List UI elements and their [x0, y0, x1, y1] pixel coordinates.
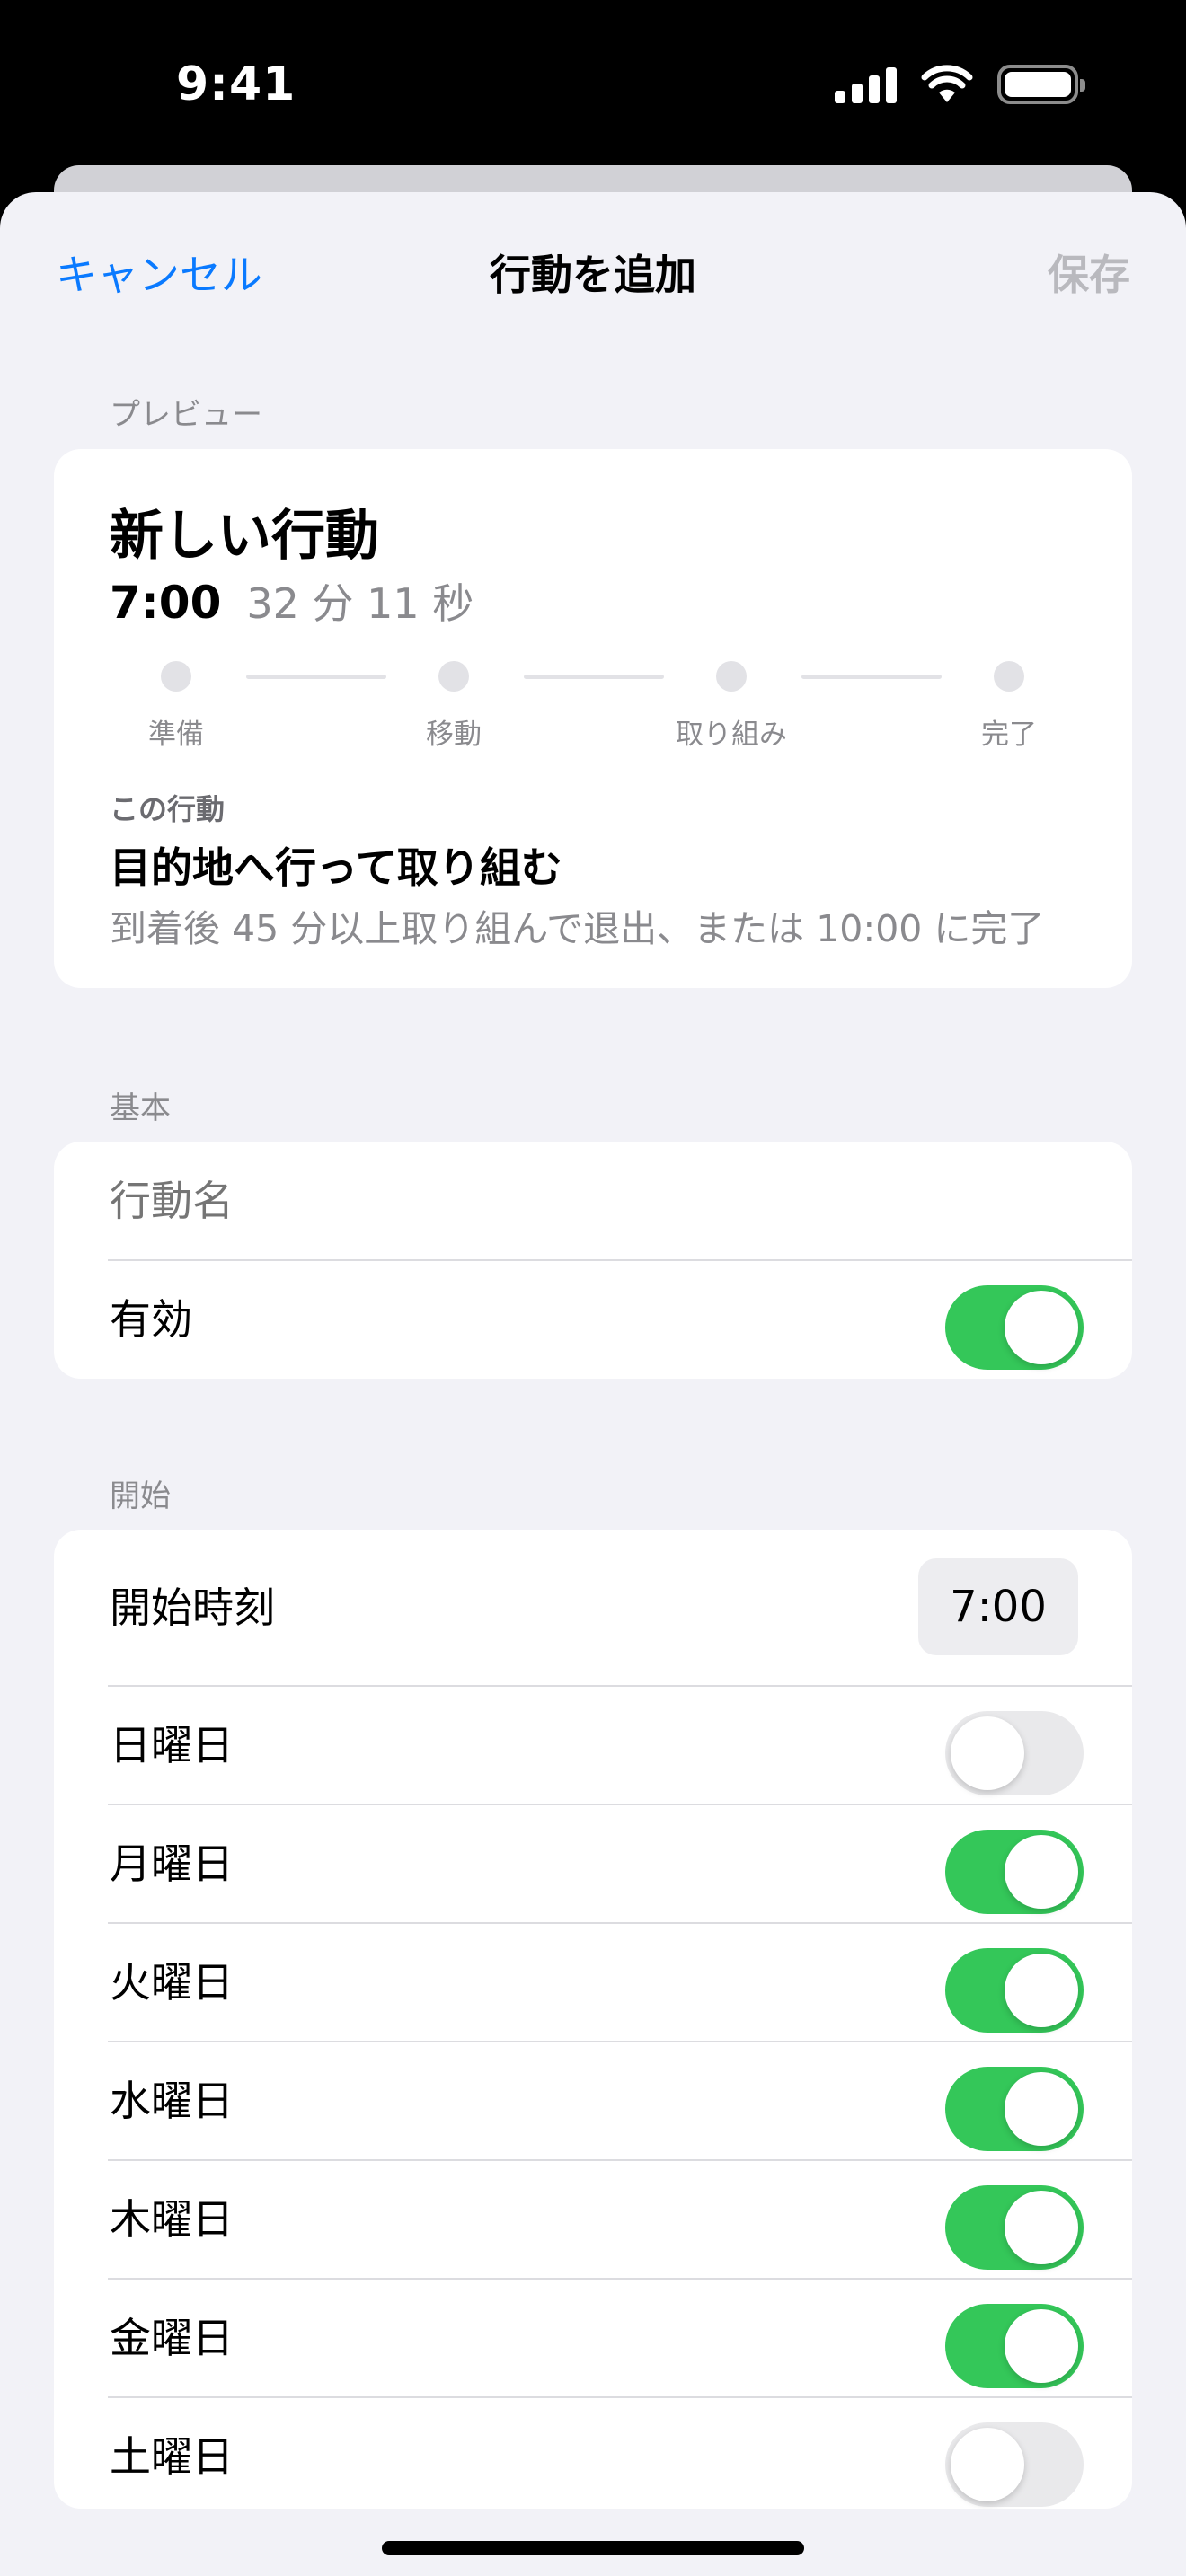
weekday-row-wednesday: 水曜日 [54, 2042, 1132, 2160]
weekday-row-monday: 月曜日 [54, 1804, 1132, 1923]
cancel-button[interactable]: キャンセル [56, 243, 262, 302]
preview-time-row: 7:00 32 分 11 秒 [110, 571, 474, 631]
enabled-row: 有効 [54, 1260, 1132, 1379]
preview-heading: 目的地へ行って取り組む [110, 843, 562, 892]
weekday-row-sunday: 日曜日 [54, 1686, 1132, 1804]
toggle-knob [1005, 1954, 1078, 2027]
timeline-connector [801, 675, 942, 679]
timeline-label-prepare: 準備 [148, 719, 204, 751]
weekday-row-tuesday: 火曜日 [54, 1923, 1132, 2042]
weekday-label-monday: 月曜日 [110, 1839, 234, 1888]
preview-description: 到着後 45 分以上取り組んで退出、または 10:00 に完了 [110, 907, 1045, 950]
toggle-knob [1005, 1291, 1078, 1364]
preview-caption: この行動 [110, 792, 226, 826]
preview-card: 新しい行動 7:00 32 分 11 秒 準備 移動 取り組み 完了 この行動 … [54, 449, 1132, 988]
timeline-dot [161, 661, 191, 692]
weekday-toggle-tuesday[interactable] [945, 1948, 1084, 2033]
preview-title: 新しい行動 [110, 505, 379, 568]
timeline-dot [438, 661, 469, 692]
home-indicator [382, 2541, 804, 2555]
weekday-label-wednesday: 水曜日 [110, 2077, 234, 2125]
timeline-dot [994, 661, 1024, 692]
timeline-connector [246, 675, 386, 679]
weekday-row-friday: 金曜日 [54, 2279, 1132, 2397]
weekday-label-tuesday: 火曜日 [110, 1958, 234, 2007]
weekday-row-saturday: 土曜日 [54, 2397, 1132, 2509]
timeline-connector [524, 675, 664, 679]
preview-time: 7:00 [110, 577, 222, 629]
action-name-input[interactable] [110, 1142, 1008, 1260]
timeline-label-work: 取り組み [676, 719, 787, 751]
status-bar: 9:41 [0, 0, 1186, 171]
start-card: 開始時刻 7:00 日曜日月曜日火曜日水曜日木曜日金曜日土曜日 [54, 1530, 1132, 2509]
weekday-toggle-sunday[interactable] [945, 1711, 1084, 1795]
weekday-label-saturday: 土曜日 [110, 2432, 234, 2481]
timeline-label-done: 完了 [981, 719, 1037, 751]
enabled-label: 有効 [110, 1295, 192, 1344]
save-button[interactable]: 保存 [1048, 243, 1130, 302]
navigation-bar: 行動を追加 キャンセル 保存 [0, 192, 1186, 345]
basic-section-header: 基本 [110, 1090, 171, 1126]
timeline-dot [716, 661, 747, 692]
preview-duration: 32 分 11 秒 [246, 579, 474, 628]
enabled-toggle[interactable] [945, 1285, 1084, 1370]
weekday-toggle-wednesday[interactable] [945, 2067, 1084, 2151]
weekday-toggle-thursday[interactable] [945, 2185, 1084, 2270]
battery-icon [997, 65, 1085, 104]
weekday-toggle-friday[interactable] [945, 2304, 1084, 2388]
status-icons [835, 65, 1085, 104]
timeline-label-move: 移動 [426, 719, 482, 751]
basic-card: 有効 [54, 1142, 1132, 1379]
weekday-label-sunday: 日曜日 [110, 1721, 234, 1769]
toggle-knob [1005, 2191, 1078, 2264]
weekday-row-thursday: 木曜日 [54, 2160, 1132, 2279]
toggle-knob [1005, 1835, 1078, 1909]
start-time-label: 開始時刻 [110, 1584, 275, 1632]
wifi-icon [921, 65, 973, 102]
add-action-sheet: 行動を追加 キャンセル 保存 プレビュー 新しい行動 7:00 32 分 11 … [0, 192, 1186, 2576]
toggle-knob [951, 1716, 1024, 1790]
toggle-knob [1005, 2072, 1078, 2146]
status-time: 9:41 [176, 57, 296, 111]
signal-icon [835, 66, 897, 103]
name-row [54, 1142, 1132, 1260]
weekday-label-friday: 金曜日 [110, 2314, 234, 2362]
start-time-row: 開始時刻 7:00 [54, 1530, 1132, 1686]
toggle-knob [1005, 2309, 1078, 2383]
phase-timeline: 準備 移動 取り組み 完了 [54, 661, 1132, 760]
toggle-knob [951, 2428, 1024, 2501]
weekday-label-thursday: 木曜日 [110, 2195, 234, 2244]
start-section-header: 開始 [110, 1478, 171, 1514]
start-time-picker[interactable]: 7:00 [918, 1558, 1078, 1655]
weekday-toggle-saturday[interactable] [945, 2422, 1084, 2507]
preview-section-header: プレビュー [110, 397, 262, 433]
weekday-toggle-monday[interactable] [945, 1830, 1084, 1914]
